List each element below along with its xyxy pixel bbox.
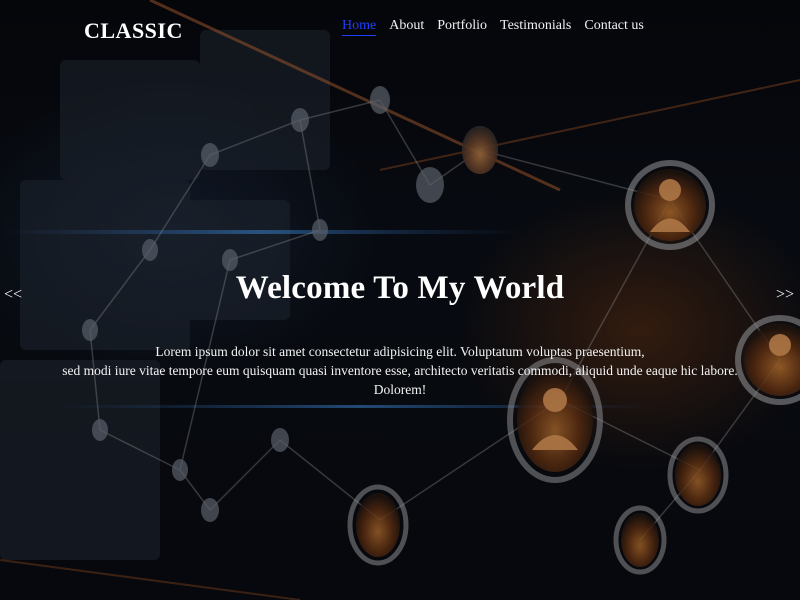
hero-title: Welcome To My World [235, 270, 565, 306]
hero-description-line-1: Lorem ipsum dolor sit amet consectetur a… [155, 344, 645, 359]
main-nav: Home About Portfolio Testimonials Contac… [342, 18, 644, 36]
nav-link-contact[interactable]: Contact us [584, 18, 644, 36]
nav-link-about[interactable]: About [389, 18, 424, 36]
hero-description-line-2: sed modi iure vitae tempore eum quisquam… [62, 363, 738, 397]
hero-section: CLASSIC Home About Portfolio Testimonial… [0, 0, 800, 600]
hero-description: Lorem ipsum dolor sit amet consectetur a… [40, 342, 760, 399]
nav-link-portfolio[interactable]: Portfolio [437, 18, 487, 36]
nav-link-home[interactable]: Home [342, 18, 377, 36]
brand-logo[interactable]: CLASSIC [84, 18, 183, 44]
nav-link-testimonials[interactable]: Testimonials [500, 18, 571, 36]
